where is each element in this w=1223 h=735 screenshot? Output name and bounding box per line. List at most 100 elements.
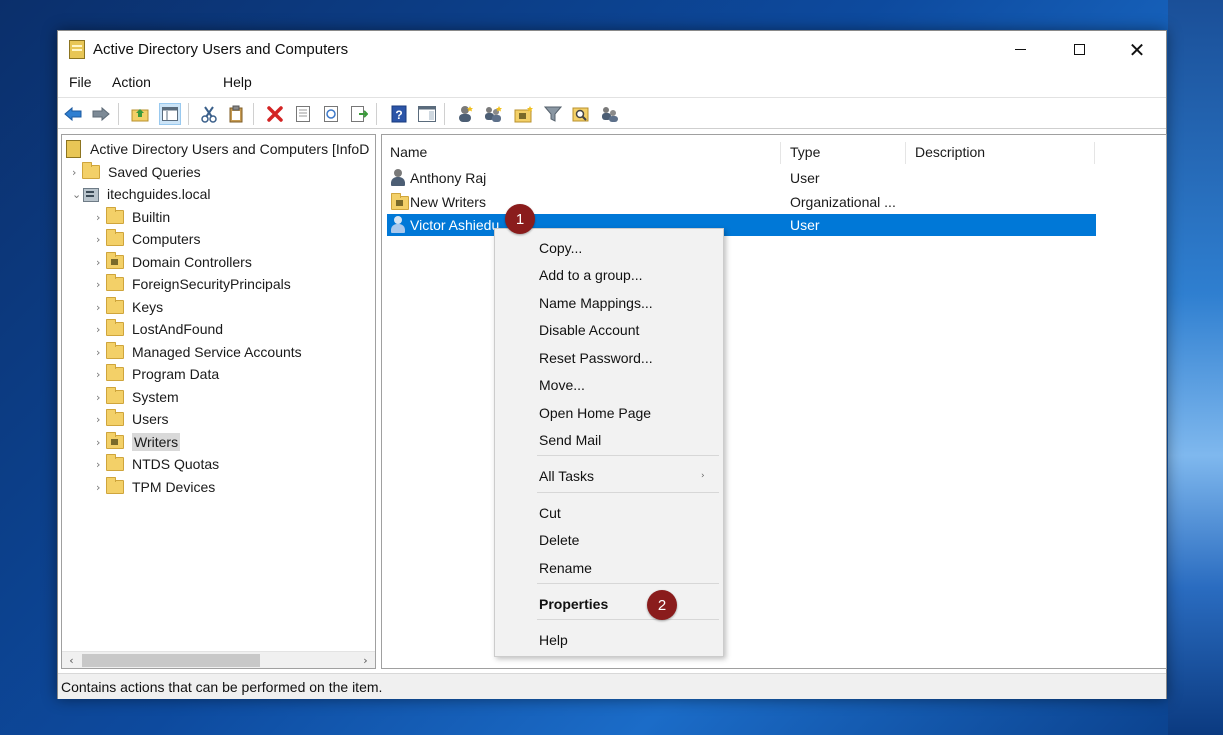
chevron-right-icon[interactable]: ›: [96, 346, 106, 359]
menu-item-name-mappings[interactable]: Name Mappings...: [539, 295, 653, 311]
list-item-anthony-raj[interactable]: Anthony Raj User: [387, 167, 1096, 189]
scrollbar-thumb[interactable]: [82, 654, 260, 667]
scroll-left-icon[interactable]: ‹: [63, 653, 80, 668]
chevron-right-icon[interactable]: ›: [96, 481, 106, 494]
column-header-type[interactable]: Type: [790, 144, 820, 160]
menu-item-all-tasks[interactable]: All Tasks: [539, 468, 594, 484]
action-pane-icon[interactable]: [416, 103, 438, 125]
maximize-button[interactable]: [1056, 31, 1102, 68]
menu-item-copy[interactable]: Copy...: [539, 240, 582, 256]
paste-icon[interactable]: [225, 103, 247, 125]
close-button[interactable]: ✕: [1114, 31, 1160, 68]
menu-item-disable-account[interactable]: Disable Account: [539, 322, 639, 338]
tree-root-label: Active Directory Users and Computers [In…: [90, 141, 370, 157]
find-icon[interactable]: [570, 103, 592, 125]
chevron-right-icon[interactable]: ›: [96, 391, 106, 404]
folder-icon: [106, 387, 124, 404]
menu-item-open-home-page[interactable]: Open Home Page: [539, 405, 651, 421]
column-divider[interactable]: [780, 142, 781, 164]
menu-item-rename[interactable]: Rename: [539, 560, 592, 576]
chevron-right-icon[interactable]: ›: [96, 211, 106, 224]
new-group-icon[interactable]: [482, 103, 504, 125]
menu-file[interactable]: File: [69, 74, 92, 90]
show-console-tree-icon[interactable]: [159, 103, 181, 125]
tree-item-domain[interactable]: ⌄ itechguides.local: [72, 183, 211, 205]
minimize-button[interactable]: [997, 31, 1043, 68]
menu-item-cut[interactable]: Cut: [539, 505, 561, 521]
console-tree[interactable]: Active Directory Users and Computers [In…: [61, 134, 376, 669]
tree-item-program-data[interactable]: › Program Data: [96, 363, 219, 385]
new-ou-icon[interactable]: [513, 103, 535, 125]
user-icon: [390, 169, 406, 187]
tree-item-tpm-devices[interactable]: › TPM Devices: [96, 476, 215, 498]
row-name: New Writers: [410, 194, 486, 210]
menu-item-help[interactable]: Help: [539, 632, 568, 648]
forward-arrow-icon[interactable]: [90, 103, 112, 125]
help-icon[interactable]: ?: [388, 103, 410, 125]
menu-separator: [537, 619, 719, 620]
chevron-right-icon[interactable]: ›: [96, 436, 106, 449]
desktop-background: [1168, 0, 1223, 735]
tree-item-builtin[interactable]: › Builtin: [96, 206, 170, 228]
add-to-group-icon[interactable]: [599, 103, 621, 125]
chevron-right-icon[interactable]: ›: [96, 413, 106, 426]
column-divider[interactable]: [905, 142, 906, 164]
tree-item-saved-queries[interactable]: › Saved Queries: [72, 161, 201, 183]
menu-item-send-mail[interactable]: Send Mail: [539, 432, 601, 448]
title-bar[interactable]: Active Directory Users and Computers ✕: [58, 31, 1166, 68]
toolbar-separator: [188, 103, 189, 125]
tree-item-users[interactable]: › Users: [96, 408, 169, 430]
menu-item-reset-password[interactable]: Reset Password...: [539, 350, 653, 366]
tree-item-foreign-security-principals[interactable]: › ForeignSecurityPrincipals: [96, 273, 291, 295]
folder-icon: [106, 274, 124, 291]
chevron-right-icon[interactable]: ›: [96, 301, 106, 314]
tree-item-keys[interactable]: › Keys: [96, 296, 163, 318]
horizontal-scrollbar[interactable]: ‹ ›: [62, 651, 375, 668]
column-divider[interactable]: [1094, 142, 1095, 164]
tree-item-ntds-quotas[interactable]: › NTDS Quotas: [96, 453, 219, 475]
menu-item-delete[interactable]: Delete: [539, 532, 579, 548]
menu-item-move[interactable]: Move...: [539, 377, 585, 393]
chevron-right-icon[interactable]: ›: [72, 166, 82, 179]
tree-item-writers[interactable]: › Writers: [96, 431, 181, 453]
column-header-description[interactable]: Description: [915, 144, 985, 160]
tree-item-domain-controllers[interactable]: › Domain Controllers: [96, 251, 252, 273]
tree-item-label: Managed Service Accounts: [132, 344, 302, 360]
chevron-down-icon[interactable]: ⌄: [72, 188, 82, 201]
delete-icon[interactable]: [264, 103, 286, 125]
chevron-right-icon[interactable]: ›: [96, 256, 106, 269]
toolbar: ?: [58, 97, 1166, 129]
tree-item-managed-service-accounts[interactable]: › Managed Service Accounts: [96, 341, 302, 363]
tree-item-system[interactable]: › System: [96, 386, 179, 408]
tree-item-computers[interactable]: › Computers: [96, 228, 200, 250]
refresh-icon[interactable]: [320, 103, 342, 125]
column-header-name[interactable]: Name: [390, 144, 427, 160]
tree-item-lost-and-found[interactable]: › LostAndFound: [96, 318, 223, 340]
menu-item-properties[interactable]: Properties: [539, 596, 608, 612]
properties-icon[interactable]: [292, 103, 314, 125]
tree-root[interactable]: Active Directory Users and Computers [In…: [66, 138, 369, 160]
context-menu: Copy... Add to a group... Name Mappings.…: [494, 228, 724, 657]
status-bar: Contains actions that can be performed o…: [58, 673, 1166, 699]
chevron-right-icon[interactable]: ›: [96, 278, 106, 291]
folder-icon: [106, 229, 124, 246]
menu-item-add-to-group[interactable]: Add to a group...: [539, 267, 643, 283]
up-folder-icon[interactable]: [129, 103, 151, 125]
cut-icon[interactable]: [198, 103, 220, 125]
tree-item-label: Saved Queries: [108, 164, 201, 180]
step-badge-1: 1: [505, 204, 535, 234]
back-arrow-icon[interactable]: [62, 103, 84, 125]
list-item-new-writers[interactable]: New Writers Organizational ...: [387, 191, 1096, 213]
scroll-right-icon[interactable]: ›: [357, 653, 374, 668]
new-user-icon[interactable]: [454, 103, 476, 125]
filter-icon[interactable]: [542, 103, 564, 125]
chevron-right-icon[interactable]: ›: [96, 458, 106, 471]
menu-help[interactable]: Help: [223, 74, 252, 90]
row-name: Anthony Raj: [410, 170, 487, 186]
menu-action[interactable]: Action: [112, 74, 151, 90]
chevron-right-icon[interactable]: ›: [96, 368, 106, 381]
maximize-icon: [1073, 44, 1085, 55]
chevron-right-icon[interactable]: ›: [96, 233, 106, 246]
export-list-icon[interactable]: [348, 103, 370, 125]
chevron-right-icon[interactable]: ›: [96, 323, 106, 336]
